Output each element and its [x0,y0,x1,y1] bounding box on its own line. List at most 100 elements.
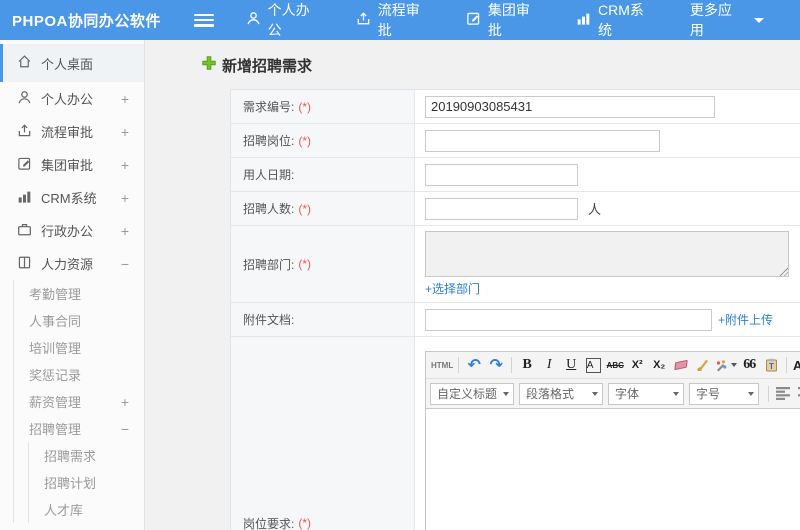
required-mark: (*) [298,201,312,216]
editor-toolbar-row2: 自定义标题 段落格式 字体 字号 [426,379,800,409]
html-source-button[interactable]: HTML [431,355,453,375]
expand-icon[interactable]: + [121,124,129,140]
font-size-select[interactable]: 字号 [689,382,759,405]
caret-down-icon [731,363,738,367]
expand-icon[interactable]: + [121,157,129,173]
nav-more-apps[interactable]: 更多应用 [690,0,764,40]
sidebar-item-personal-office[interactable]: 个人办公 + [0,82,144,115]
sidebar-item-human-resources[interactable]: 人力资源 − [0,247,144,280]
required-mark: (*) [298,516,312,530]
format-brush-button[interactable] [693,355,713,375]
sidebar-item-recruit-mgmt[interactable]: 招聘管理 − [14,415,144,442]
sidebar-item-talent-pool[interactable]: 人才库 [29,496,144,523]
italic-button[interactable]: I [539,355,559,375]
expand-icon[interactable]: + [121,91,129,107]
top-header: PHPOA协同办公软件 个人办公 流程审批 集团审批 CRM系统 更多应用 [0,0,800,40]
expand-icon[interactable]: + [121,394,129,410]
page-title: 新增招聘需求 [202,55,800,76]
font-style-box-button[interactable]: A [585,357,601,373]
svg-text:T: T [769,362,774,371]
subscript-button[interactable]: X₂ [649,355,669,375]
sidebar-item-hr-contract[interactable]: 人事合同 [14,307,144,334]
code-input[interactable] [425,95,715,118]
sidebar-item-workflow-approval[interactable]: 流程审批 + [0,115,144,148]
home-icon [17,54,41,72]
unit-suffix: 人 [588,202,602,217]
nav-personal-office[interactable]: 个人办公 [246,0,320,40]
nav-group-approval[interactable]: 集团审批 [466,0,540,40]
sidebar-item-rewards[interactable]: 奖惩记录 [14,361,144,388]
sidebar-item-recruit-demand[interactable]: 招聘需求 [29,442,144,469]
align-left-button[interactable] [776,387,792,400]
nav-crm-system[interactable]: CRM系统 [576,0,654,40]
field-label: 招聘部门: [243,257,295,272]
user-icon [246,11,268,29]
sidebar-item-training[interactable]: 培训管理 [14,334,144,361]
sidebar-item-administration[interactable]: 行政办公 + [0,214,144,247]
date-input[interactable] [425,163,578,186]
editor-content-area[interactable] [426,409,800,530]
expand-icon[interactable]: + [121,223,129,239]
sidebar-item-salary[interactable]: 薪资管理 + [14,388,144,415]
sidebar: 个人桌面 个人办公 + 流程审批 + 集团审批 + CRM系统 + 行政办公 +… [0,40,145,530]
form-row-code: 需求编号: (*) [231,90,800,124]
choose-dept-link[interactable]: +选择部门 [425,280,480,297]
caret-down-icon [673,391,679,396]
blockquote-button[interactable]: 66 [739,355,759,375]
toolbar-separator [511,357,513,373]
post-input[interactable] [425,129,660,152]
upload-flow-icon [356,11,378,29]
main-content: 新增招聘需求 需求编号:(*) 招聘岗位:(*) 用人日期: 招聘人数:(*) … [146,40,800,530]
bar-chart-icon [576,11,598,29]
sidebar-item-recruit-plan[interactable]: 招聘计划 [29,469,144,496]
superscript-button[interactable]: X² [627,355,647,375]
attachment-upload-link[interactable]: +附件上传 [718,311,773,328]
bold-button[interactable]: B [517,355,537,375]
nav-workflow-approval[interactable]: 流程审批 [356,0,430,40]
sidebar-item-desktop[interactable]: 个人桌面 [0,44,144,82]
collapse-icon[interactable]: − [121,256,129,272]
sidebar-item-crm[interactable]: CRM系统 + [0,181,144,214]
attachment-input[interactable] [425,308,712,331]
undo-button[interactable]: ↶ [464,355,484,375]
toolbar-separator [458,357,460,373]
dept-textarea[interactable] [425,231,789,277]
caret-down-icon [503,391,510,396]
custom-title-select[interactable]: 自定义标题 [430,382,514,405]
required-mark: (*) [298,99,312,114]
field-label: 用人日期: [243,168,295,182]
font-color-button[interactable]: A [792,355,800,375]
recruit-demand-form: 需求编号:(*) 招聘岗位:(*) 用人日期: 招聘人数:(*) 人 招聘部门:… [230,89,800,530]
rich-text-editor: HTML ↶ ↷ B I U A ABC X² X₂ 66 T 自定义标题 段落… [425,351,800,530]
underline-button[interactable]: U [561,355,581,375]
hr-submenu: 考勤管理 人事合同 培训管理 奖惩记录 薪资管理 + 招聘管理 − 招聘需求 招聘计… [13,280,144,523]
strikethrough-button[interactable]: ABC [605,355,625,375]
highlight-color-button[interactable] [715,355,738,375]
form-row-requirements: 岗位要求: (*) HTML ↶ ↷ B I U A ABC X² X₂ 66 … [231,337,800,530]
count-input[interactable] [425,197,578,220]
field-label: 需求编号: [243,100,295,114]
sidebar-item-group-approval[interactable]: 集团审批 + [0,148,144,181]
form-row-count: 招聘人数: (*) 人 [231,192,800,226]
editor-toolbar-row1: HTML ↶ ↷ B I U A ABC X² X₂ 66 T [426,352,800,379]
collapse-icon[interactable]: − [121,421,129,437]
font-family-select[interactable]: 字体 [608,382,684,405]
form-row-dept: 招聘部门: (*) +选择部门 [231,226,800,303]
hr-book-icon [17,255,41,273]
paste-as-text-button[interactable]: T [761,355,781,375]
sidebar-item-attendance[interactable]: 考勤管理 [14,280,144,307]
upload-flow-icon [17,123,41,141]
toolbar-separator [786,357,788,373]
field-label: 附件文档: [243,313,295,327]
redo-button[interactable]: ↷ [486,355,506,375]
edit-square-icon [466,11,488,29]
bar-chart-icon [17,189,41,207]
expand-icon[interactable]: + [121,190,129,206]
caret-down-icon [592,391,598,396]
required-mark: (*) [298,133,312,148]
paragraph-format-select[interactable]: 段落格式 [519,382,603,405]
eraser-button[interactable] [671,355,691,375]
hamburger-menu-icon[interactable] [194,13,214,27]
field-label: 招聘人数: [243,202,295,216]
required-mark: (*) [298,257,312,271]
